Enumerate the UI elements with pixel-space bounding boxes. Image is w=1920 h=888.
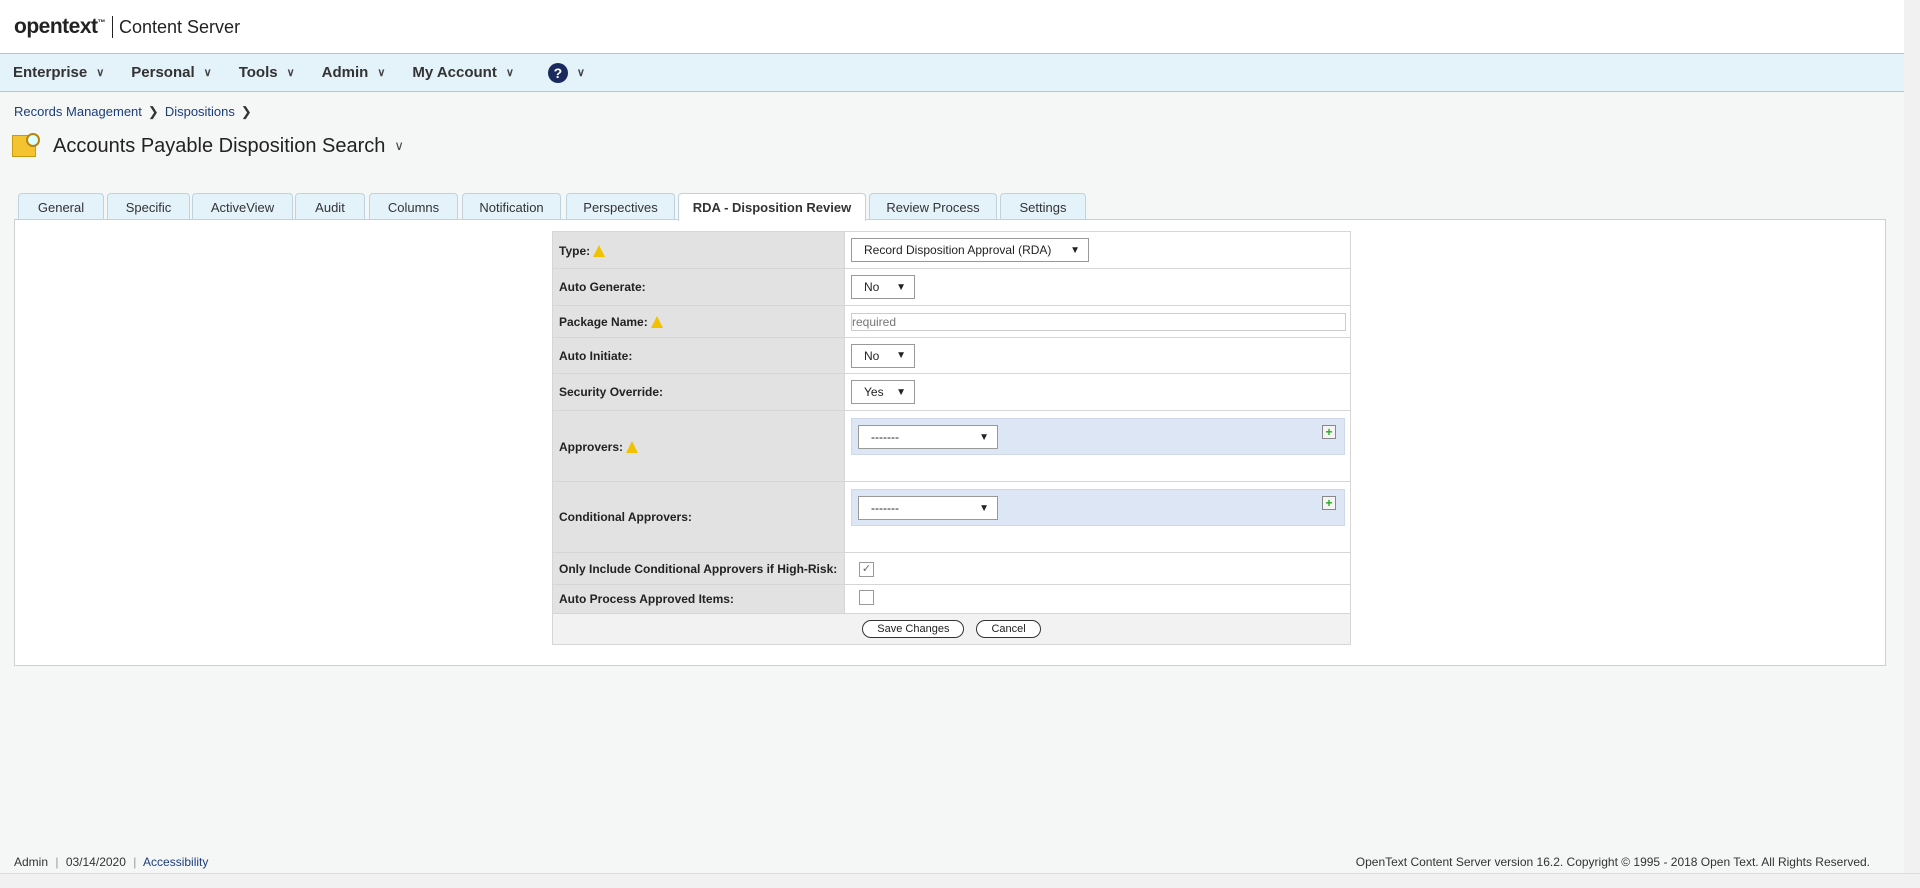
auto-initiate-select[interactable]: No ▼	[851, 343, 915, 368]
tab-notification[interactable]: Notification	[462, 193, 561, 220]
chevron-down-icon: ∨	[505, 67, 514, 79]
tab-bar: General Specific ActiveView Audit Column…	[0, 193, 1920, 221]
package-name-label: Package Name:	[552, 305, 845, 338]
cancel-button[interactable]: Cancel	[976, 620, 1041, 638]
app-header: opentext™ Content Server	[0, 0, 1904, 54]
security-override-label: Security Override:	[552, 373, 845, 411]
auto-generate-label: Auto Generate:	[552, 268, 845, 306]
auto-generate-select[interactable]: No ▼	[851, 275, 915, 299]
auto-process-label: Auto Process Approved Items:	[552, 584, 845, 614]
page-header: Accounts Payable Disposition Search ∨	[12, 131, 404, 161]
vertical-scrollbar[interactable]	[1904, 0, 1920, 873]
help-circle-icon: ?	[547, 62, 568, 83]
chevron-right-icon: ❯	[147, 104, 159, 119]
accessibility-link[interactable]: Accessibility	[143, 855, 208, 869]
chevron-down-icon: ∨	[377, 67, 386, 79]
save-changes-button[interactable]: Save Changes	[862, 620, 965, 638]
approvers-box: ------- ▼ +	[851, 418, 1345, 455]
nav-my-account[interactable]: My Account ∨	[412, 64, 514, 81]
nav-help[interactable]: ? ∨	[547, 62, 585, 83]
chevron-down-icon: ∨	[286, 67, 295, 79]
tab-content: Type: Record Disposition Approval (RDA) ▼…	[14, 219, 1886, 666]
tab-general[interactable]: General	[18, 193, 104, 220]
conditional-approvers-label: Conditional Approvers:	[552, 481, 845, 553]
breadcrumb-dispositions[interactable]: Dispositions	[165, 104, 235, 119]
breadcrumb: Records Management ❯ Dispositions ❯	[14, 104, 258, 120]
page-title: Accounts Payable Disposition Search	[53, 134, 386, 157]
footer-left: Admin | 03/14/2020 | Accessibility	[14, 855, 209, 869]
nav-admin[interactable]: Admin ∨	[322, 64, 386, 81]
chevron-right-icon[interactable]: ❯	[241, 104, 252, 119]
disposition-search-icon	[12, 131, 44, 161]
footer-user: Admin	[14, 855, 49, 869]
tab-activeview[interactable]: ActiveView	[192, 193, 293, 220]
opentext-logo: opentext™	[14, 15, 106, 38]
nav-personal[interactable]: Personal ∨	[131, 64, 211, 81]
auto-initiate-label: Auto Initiate:	[552, 337, 845, 374]
high-risk-label: Only Include Conditional Approvers if Hi…	[552, 552, 845, 585]
type-label: Type:	[552, 231, 845, 269]
tab-audit[interactable]: Audit	[295, 193, 365, 220]
high-risk-checkbox[interactable]: ✓	[859, 561, 874, 577]
warning-icon	[593, 244, 606, 257]
footer-copyright: OpenText Content Server version 16.2. Co…	[1355, 855, 1870, 869]
package-name-input[interactable]	[851, 312, 1346, 331]
chevron-down-icon: ∨	[576, 67, 585, 79]
chevron-down-icon: ∨	[203, 67, 212, 79]
nav-tools[interactable]: Tools ∨	[239, 64, 295, 81]
conditional-approvers-select[interactable]: ------- ▼	[858, 496, 998, 520]
tab-specific[interactable]: Specific	[107, 193, 190, 220]
tab-review-process[interactable]: Review Process	[869, 193, 997, 220]
type-select[interactable]: Record Disposition Approval (RDA) ▼	[851, 238, 1089, 262]
nav-enterprise[interactable]: Enterprise ∨	[13, 64, 104, 81]
tab-settings[interactable]: Settings	[1000, 193, 1086, 220]
approvers-label: Approvers:	[552, 410, 845, 482]
rda-form: Type: Record Disposition Approval (RDA) ▼…	[552, 231, 1351, 645]
chevron-down-icon: ∨	[96, 67, 105, 79]
product-name: Content Server	[112, 16, 240, 38]
add-conditional-approver-icon[interactable]: +	[1322, 496, 1336, 510]
title-menu-chevron-icon[interactable]: ∨	[394, 138, 404, 154]
tab-perspectives[interactable]: Perspectives	[566, 193, 675, 220]
add-approver-icon[interactable]: +	[1322, 425, 1336, 439]
footer-date: 03/14/2020	[65, 855, 126, 869]
approvers-select[interactable]: ------- ▼	[858, 425, 998, 449]
warning-icon	[626, 440, 639, 453]
tab-columns[interactable]: Columns	[369, 193, 458, 220]
main-nav: Enterprise ∨ Personal ∨ Tools ∨ Admin ∨ My A…	[0, 54, 1904, 92]
auto-process-checkbox[interactable]	[859, 590, 874, 605]
tab-rda-disposition-review[interactable]: RDA - Disposition Review	[678, 193, 866, 221]
breadcrumb-records-management[interactable]: Records Management	[14, 104, 142, 119]
warning-icon	[650, 316, 663, 328]
conditional-approvers-box: ------- ▼ +	[851, 489, 1345, 526]
security-override-select[interactable]: Yes ▼	[851, 380, 915, 404]
horizontal-scrollbar[interactable]	[0, 873, 1920, 888]
